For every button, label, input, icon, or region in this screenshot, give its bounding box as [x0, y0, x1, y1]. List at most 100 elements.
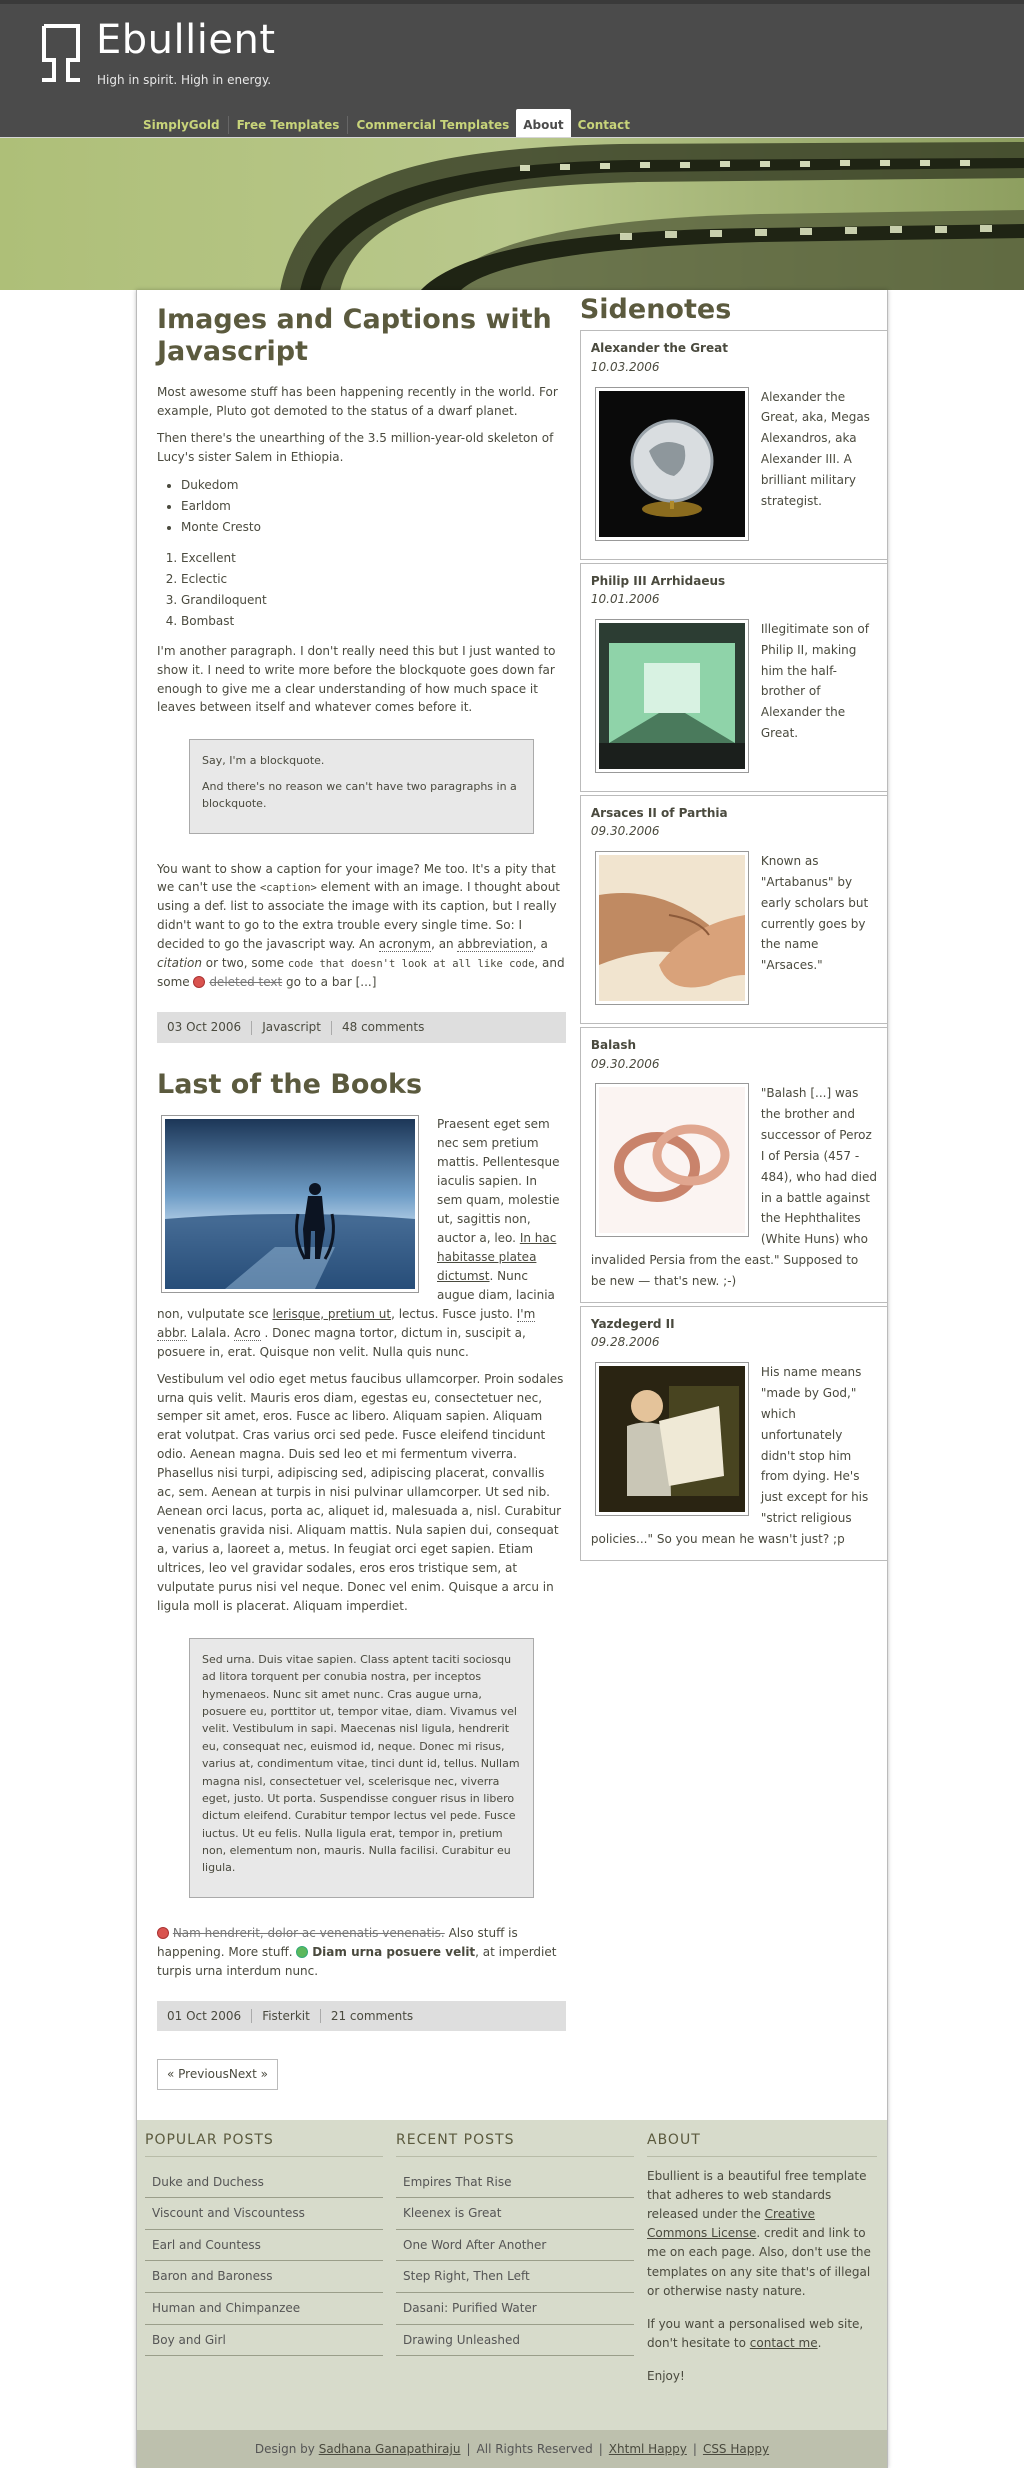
numbered-list: Excellent Eclectic Grandiloquent Bombast — [181, 548, 566, 632]
post-meta: 01 Oct 2006 Fisterkit 21 comments — [157, 2000, 566, 2032]
author-link[interactable]: Sadhana Ganapathiraju — [319, 2440, 461, 2459]
sidenote-image-frame — [594, 618, 749, 773]
sidenote-title[interactable]: Philip III Arrhidaeus — [591, 572, 877, 591]
previous-page-link[interactable]: « Previous — [167, 2067, 229, 2081]
acronym[interactable]: Acro — [234, 1325, 261, 1341]
footer-link[interactable]: Human and Chimpanzee — [145, 2293, 383, 2325]
list-item: Earldom — [181, 496, 566, 517]
sidenote-title[interactable]: Alexander the Great — [591, 339, 877, 358]
sidenote-date: 09.30.2006 — [590, 824, 660, 839]
deleted-text: Nam hendrerit, dolor ac venenatis venena… — [172, 1925, 445, 1940]
rights-text: All Rights Reserved — [476, 2442, 593, 2457]
list-item: Grandiloquent — [181, 590, 566, 611]
list-item: Monte Cresto — [181, 517, 566, 538]
pagination: « PreviousNext » — [157, 2059, 278, 2090]
divider: | — [466, 2442, 471, 2457]
insert-icon — [296, 1945, 309, 1958]
site-header: Ebullient High in spirit. High in energy… — [0, 0, 1024, 141]
sidenote: Balash 09.30.2006 "Balash [...] was the … — [579, 1026, 887, 1303]
popular-posts-list: Duke and Duchess Viscount and Viscountes… — [145, 2167, 383, 2357]
sidenote-date: 10.01.2006 — [590, 592, 660, 607]
delete-icon — [193, 976, 206, 989]
post-comments-link[interactable]: 21 comments — [331, 2007, 413, 2026]
design-by-label: Design by — [254, 2442, 315, 2457]
copyright-bar: Design by Sadhana Ganapathiraju | All Ri… — [137, 2430, 887, 2468]
sidenote-date: 09.28.2006 — [590, 1335, 660, 1350]
meta-divider — [251, 1020, 253, 1035]
text-run: . — [817, 2336, 822, 2351]
content-columns: Images and Captions with Javascript Most… — [137, 290, 887, 2120]
film-reel-image — [0, 138, 1024, 290]
blockquote: Say, I'm a blockquote. And there's no re… — [189, 739, 534, 834]
footer-link[interactable]: Empires That Rise — [396, 2167, 634, 2199]
footer-link[interactable]: Step Right, Then Left — [396, 2261, 634, 2293]
logo-icon — [42, 24, 80, 82]
abbreviation[interactable]: abbreviation — [457, 937, 533, 953]
post-comments-link[interactable]: 48 comments — [342, 1018, 424, 1037]
footer-link[interactable]: Kleenex is Great — [396, 2198, 634, 2230]
sidebar: Sidenotes Alexander the Great 10.03.2006… — [579, 290, 887, 2120]
hero-banner — [0, 137, 1024, 290]
css-valid-link[interactable]: CSS Happy — [703, 2440, 769, 2459]
post-category-link[interactable]: Fisterkit — [262, 2007, 310, 2026]
post-date: 01 Oct 2006 — [167, 2008, 242, 2023]
footer-link[interactable]: Baron and Baroness — [145, 2261, 383, 2293]
divider: | — [692, 2442, 697, 2457]
sea-photo-image — [165, 1119, 415, 1290]
sidebar-title: Sidenotes — [579, 294, 732, 325]
footer-link[interactable]: Dasani: Purified Water — [396, 2293, 634, 2325]
about-section: ABOUT Ebullient is a beautiful free temp… — [647, 2130, 877, 2401]
sidenote-image-frame — [594, 1083, 749, 1238]
footer-link[interactable]: Drawing Unleashed — [396, 2325, 634, 2357]
text-run: , an — [431, 937, 458, 952]
recent-posts-list: Empires That Rise Kleenex is Great One W… — [396, 2167, 634, 2357]
recent-posts-section: RECENT POSTS Empires That Rise Kleenex i… — [396, 2130, 634, 2401]
sidenote: Arsaces II of Parthia 09.30.2006 Known a… — [579, 794, 887, 1024]
acronym[interactable]: acronym — [378, 937, 432, 953]
inline-link[interactable]: lerisque, pretium ut — [272, 1307, 391, 1321]
post-paragraph: I'm another paragraph. I don't really ne… — [157, 643, 556, 715]
divider: | — [598, 2442, 603, 2457]
text-run: go to a bar [...] — [282, 975, 377, 990]
about-text: Enjoy! — [647, 2369, 685, 2384]
nav-divider — [347, 116, 349, 134]
contact-link[interactable]: contact me — [750, 2336, 818, 2350]
sidenote-title[interactable]: Arsaces II of Parthia — [591, 804, 877, 823]
footer-link[interactable]: One Word After Another — [396, 2230, 634, 2262]
post: Last of the Books Praesent eget sem nec … — [157, 1069, 566, 2032]
list-item: Dukedom — [181, 475, 566, 496]
about-text: Ebullient is a beautiful free template t… — [647, 2167, 877, 2301]
text-run: or two, some — [201, 956, 288, 971]
inline-code: code that doesn't look at all like code — [287, 958, 535, 971]
sidenote: Alexander the Great 10.03.2006 Alexander… — [579, 330, 887, 560]
post-paragraph: You want to show a caption for your imag… — [157, 860, 566, 993]
post-category-link[interactable]: Javascript — [262, 1018, 321, 1037]
citation: citation — [157, 956, 202, 971]
xhtml-valid-link[interactable]: Xhtml Happy — [609, 2440, 687, 2459]
blockquote-text: Sed urna. Duis vitae sapien. Class apten… — [202, 1652, 520, 1875]
footer-link[interactable]: Boy and Girl — [145, 2325, 383, 2357]
next-page-link[interactable]: Next » — [229, 2067, 268, 2081]
post-paragraph: Nam hendrerit, dolor ac venenatis venena… — [157, 1924, 566, 1981]
meta-divider — [330, 1020, 332, 1035]
list-item: Bombast — [181, 611, 566, 632]
sidenote: Philip III Arrhidaeus 10.01.2006 Illegit… — [579, 562, 887, 792]
post-title[interactable]: Images and Captions with Javascript — [157, 304, 566, 369]
sidenote-title[interactable]: Yazdegerd II — [591, 1315, 877, 1334]
blockquote-text: Say, I'm a blockquote. — [202, 754, 325, 768]
footer-heading: ABOUT — [647, 2130, 877, 2157]
holding-hands-image — [598, 854, 745, 1001]
text-run: Praesent eget sem nec sem pretium mattis… — [437, 1117, 560, 1245]
bullet-list: Dukedom Earldom Monte Cresto — [181, 475, 566, 538]
site-title: Ebullient — [96, 17, 276, 63]
sidenote-image-frame — [594, 850, 749, 1005]
list-item: Eclectic — [181, 569, 566, 590]
footer-link[interactable]: Earl and Countess — [145, 2230, 383, 2262]
footer-link[interactable]: Viscount and Viscountess — [145, 2198, 383, 2230]
sidenote-title[interactable]: Balash — [591, 1036, 877, 1055]
post-paragraph: Vestibulum vel odio eget metus faucibus … — [157, 1371, 564, 1614]
footer-link[interactable]: Duke and Duchess — [145, 2167, 383, 2199]
sidenote-date: 09.30.2006 — [590, 1056, 660, 1071]
text-run: , lectus. Fusce justo. — [391, 1306, 517, 1321]
post-title[interactable]: Last of the Books — [157, 1069, 566, 1101]
